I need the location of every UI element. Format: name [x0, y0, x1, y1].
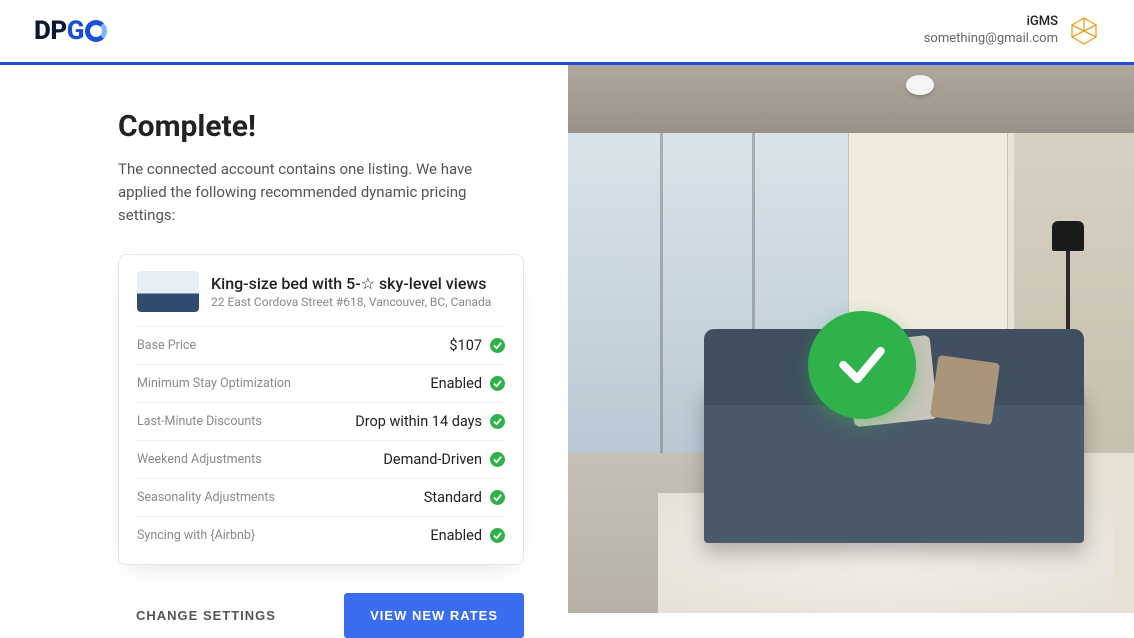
- setting-label: Weekend Adjustments: [137, 452, 262, 467]
- setting-value-wrap: Enabled: [430, 527, 505, 544]
- setting-row: Base Price $107: [137, 326, 505, 364]
- setting-label: Syncing with {Airbnb}: [137, 528, 255, 543]
- view-new-rates-button[interactable]: VIEW NEW RATES: [344, 593, 524, 638]
- listing-thumbnail: [137, 271, 199, 312]
- listing-address: 22 East Cordova Street #618, Vancouver, …: [211, 295, 491, 309]
- listing-card: King-size bed with 5-☆ sky-level views 2…: [118, 254, 524, 565]
- setting-value: $107: [449, 337, 482, 354]
- setting-label: Last-Minute Discounts: [137, 414, 262, 429]
- setting-value: Demand-Driven: [383, 451, 482, 468]
- listing-header: King-size bed with 5-☆ sky-level views 2…: [137, 271, 505, 326]
- page-subtitle: The connected account contains one listi…: [118, 158, 524, 228]
- hero-image: [568, 65, 1134, 613]
- check-icon: [490, 528, 505, 543]
- setting-row: Weekend Adjustments Demand-Driven: [137, 440, 505, 478]
- setting-row: Last-Minute Discounts Drop within 14 day…: [137, 402, 505, 440]
- logo-o-icon: [85, 20, 107, 42]
- setting-row: Minimum Stay Optimization Enabled: [137, 364, 505, 402]
- room-ceiling: [568, 65, 1134, 133]
- setting-value: Drop within 14 days: [355, 413, 482, 430]
- setting-value: Enabled: [430, 527, 482, 544]
- setting-value-wrap: $107: [449, 337, 505, 354]
- page-title: Complete!: [118, 109, 524, 144]
- setting-value-wrap: Demand-Driven: [383, 451, 505, 468]
- user-name: iGMS: [924, 14, 1058, 31]
- check-icon: [490, 338, 505, 353]
- user-block[interactable]: iGMS something@gmail.com: [924, 14, 1100, 48]
- setting-value-wrap: Enabled: [430, 375, 505, 392]
- logo-text-dp: DP: [34, 16, 67, 46]
- left-pane: Complete! The connected account contains…: [0, 65, 568, 613]
- smoke-detector: [906, 75, 934, 95]
- setting-value-wrap: Drop within 14 days: [355, 413, 505, 430]
- action-bar: CHANGE SETTINGS VIEW NEW RATES: [118, 593, 524, 638]
- check-icon: [490, 376, 505, 391]
- setting-value-wrap: Standard: [424, 489, 505, 506]
- setting-row: Seasonality Adjustments Standard: [137, 478, 505, 516]
- app-header: DPG iGMS something@gmail.com: [0, 0, 1134, 65]
- listing-info: King-size bed with 5-☆ sky-level views 2…: [211, 274, 491, 309]
- user-email: something@gmail.com: [924, 31, 1058, 48]
- logo-text-g: G: [67, 16, 84, 46]
- setting-label: Base Price: [137, 338, 196, 353]
- check-icon: [490, 452, 505, 467]
- polyhedron-icon: [1068, 15, 1100, 47]
- success-check-icon: [808, 311, 916, 419]
- setting-label: Minimum Stay Optimization: [137, 376, 291, 391]
- change-settings-button[interactable]: CHANGE SETTINGS: [136, 593, 276, 638]
- logo: DPG: [34, 16, 107, 46]
- check-icon: [490, 414, 505, 429]
- setting-value: Enabled: [430, 375, 482, 392]
- listing-title: King-size bed with 5-☆ sky-level views: [211, 274, 491, 293]
- setting-label: Seasonality Adjustments: [137, 490, 275, 505]
- check-icon: [490, 490, 505, 505]
- setting-value: Standard: [424, 489, 482, 506]
- main: Complete! The connected account contains…: [0, 65, 1134, 613]
- cushion: [930, 355, 1000, 425]
- user-text: iGMS something@gmail.com: [924, 14, 1058, 48]
- setting-row: Syncing with {Airbnb} Enabled: [137, 516, 505, 554]
